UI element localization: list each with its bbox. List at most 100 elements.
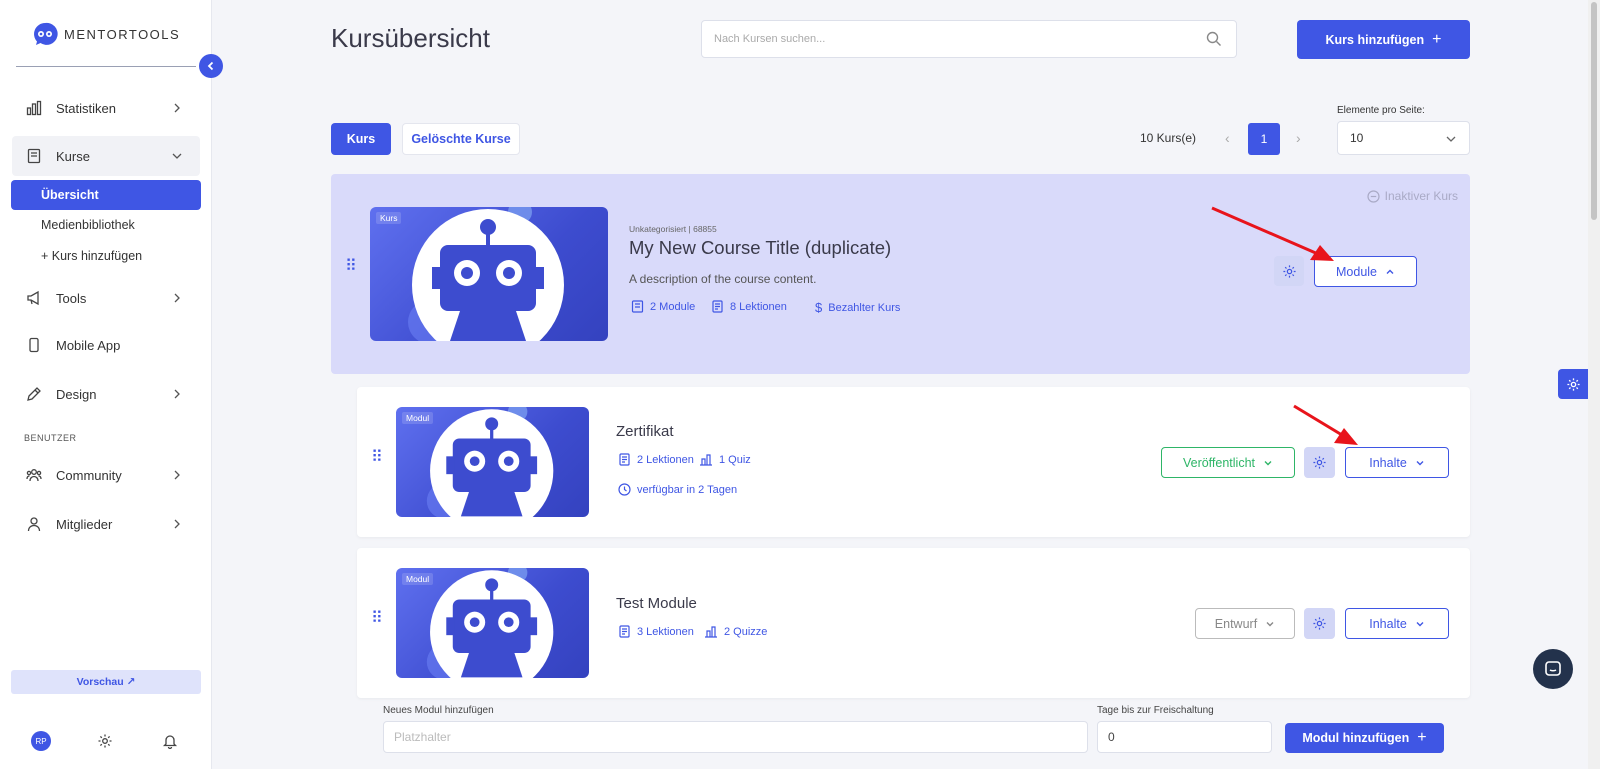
module-card[interactable]: ⠿ Modul Zertifikat 2 Lektionen 1 Quiz ve… bbox=[357, 387, 1470, 537]
sidebar-item-mitglieder[interactable]: Mitglieder bbox=[12, 504, 200, 544]
inactive-label: Inaktiver Kurs bbox=[1384, 189, 1458, 203]
module-settings-button[interactable] bbox=[1304, 447, 1335, 478]
chevron-right-icon bbox=[174, 389, 180, 399]
status-dropdown[interactable]: Veröffentlicht bbox=[1161, 447, 1295, 478]
status-dropdown[interactable]: Entwurf bbox=[1195, 608, 1295, 639]
collapse-sidebar-button[interactable] bbox=[199, 54, 223, 78]
sidebar-item-mobile-app[interactable]: Mobile App bbox=[12, 325, 200, 365]
chevron-left-icon bbox=[207, 61, 214, 71]
sidebar-item-tools[interactable]: Tools bbox=[12, 278, 200, 318]
module-thumbnail: Modul bbox=[396, 568, 589, 678]
lessons-label: 3 Lektionen bbox=[637, 625, 694, 638]
next-page-icon[interactable]: › bbox=[1296, 130, 1301, 146]
gear-icon[interactable] bbox=[97, 733, 113, 749]
preview-button[interactable]: Vorschau ↗ bbox=[11, 670, 201, 694]
quiz-icon bbox=[700, 454, 712, 466]
per-page-select[interactable]: 10 bbox=[1337, 121, 1470, 155]
sidebar-subitem-kurs-hinzufuegen[interactable]: + Kurs hinzufügen bbox=[11, 241, 201, 271]
book-icon bbox=[631, 300, 644, 313]
module-settings-button[interactable] bbox=[1304, 608, 1335, 639]
status-label: Veröffentlicht bbox=[1182, 455, 1256, 470]
thumbnail-tag: Modul bbox=[402, 573, 434, 585]
main-content: Kursübersicht Nach Kursen suchen... Kurs… bbox=[212, 0, 1588, 769]
sidebar-item-community[interactable]: Community bbox=[12, 455, 200, 495]
add-module-button[interactable]: Modul hinzufügen + bbox=[1285, 723, 1444, 753]
availability-label: verfügbar in 2 Tagen bbox=[637, 483, 738, 496]
quiz-label: 2 Quizze bbox=[724, 625, 768, 638]
contents-button-label: Inhalte bbox=[1369, 455, 1407, 470]
lessons-count: 3 Lektionen bbox=[618, 625, 694, 638]
avatar[interactable]: RP bbox=[31, 731, 51, 751]
logo[interactable]: MENTORTOOLS bbox=[32, 21, 180, 47]
sidebar-item-design[interactable]: Design bbox=[12, 374, 200, 414]
gear-icon bbox=[1313, 456, 1326, 469]
drag-handle-icon[interactable]: ⠿ bbox=[371, 450, 383, 466]
chat-button[interactable] bbox=[1533, 649, 1573, 689]
search-input[interactable]: Nach Kursen suchen... bbox=[701, 20, 1237, 58]
paid-label: Bezahlter Kurs bbox=[828, 301, 901, 314]
modules-toggle-button[interactable]: Module bbox=[1314, 256, 1417, 287]
course-settings-button[interactable] bbox=[1274, 256, 1304, 286]
mentortools-logo-icon bbox=[34, 22, 58, 45]
user-icon bbox=[26, 516, 42, 532]
add-course-button[interactable]: Kurs hinzufügen + bbox=[1297, 20, 1470, 59]
floating-settings-button[interactable] bbox=[1558, 369, 1588, 399]
modules-button-label: Module bbox=[1336, 264, 1377, 279]
gear-icon bbox=[1313, 617, 1326, 630]
bell-icon[interactable] bbox=[162, 733, 178, 749]
modules-label: 2 Module bbox=[650, 300, 696, 313]
search-placeholder: Nach Kursen suchen... bbox=[714, 33, 826, 45]
thumbnail-tag: Modul bbox=[402, 412, 434, 424]
divider bbox=[16, 66, 196, 67]
sidebar-subitem-uebersicht[interactable]: Übersicht bbox=[11, 180, 201, 210]
status-label: Entwurf bbox=[1214, 616, 1258, 631]
course-card[interactable]: ⠿ Kurs Inaktiver Kurs Unkategorisiert | … bbox=[331, 174, 1470, 374]
new-module-placeholder: Platzhalter bbox=[394, 730, 451, 744]
clock-icon bbox=[618, 483, 631, 496]
contents-dropdown-button[interactable]: Inhalte bbox=[1345, 447, 1449, 478]
chat-icon bbox=[1545, 661, 1561, 676]
contents-button-label: Inhalte bbox=[1369, 616, 1407, 631]
add-course-label: Kurs hinzufügen bbox=[1325, 32, 1425, 47]
course-description: A description of the course content. bbox=[629, 272, 817, 286]
prev-page-icon[interactable]: ‹ bbox=[1225, 130, 1230, 146]
plus-icon: + bbox=[1417, 729, 1427, 746]
module-title[interactable]: Test Module bbox=[616, 595, 697, 612]
availability: verfügbar in 2 Tagen bbox=[618, 483, 737, 496]
document-icon bbox=[712, 300, 723, 313]
search-icon[interactable] bbox=[1206, 31, 1222, 47]
drag-handle-icon[interactable]: ⠿ bbox=[345, 259, 357, 275]
page-number-button[interactable]: 1 bbox=[1248, 123, 1280, 155]
paid-course-badge: $ Bezahlter Kurs bbox=[815, 300, 900, 315]
unlock-days-input[interactable]: 0 bbox=[1097, 721, 1272, 753]
robot-icon bbox=[408, 207, 564, 341]
thumbnail-tag: Kurs bbox=[376, 212, 402, 224]
unlock-days-label: Tage bis zur Freischaltung bbox=[1097, 705, 1214, 716]
chevron-down-icon bbox=[1446, 136, 1456, 142]
new-module-input[interactable]: Platzhalter bbox=[383, 721, 1088, 753]
chevron-right-icon bbox=[174, 293, 180, 303]
contents-dropdown-button[interactable]: Inhalte bbox=[1345, 608, 1449, 639]
chevron-right-icon bbox=[174, 519, 180, 529]
sidebar-subitem-medienbibliothek[interactable]: Medienbibliothek bbox=[11, 210, 201, 240]
quiz-count: 1 Quiz bbox=[699, 453, 751, 466]
book-icon bbox=[26, 148, 42, 164]
chevron-down-icon bbox=[1264, 460, 1272, 465]
tab-kurs[interactable]: Kurs bbox=[331, 123, 391, 155]
module-thumbnail: Modul bbox=[396, 407, 589, 517]
quiz-label: 1 Quiz bbox=[719, 453, 751, 466]
module-title[interactable]: Zertifikat bbox=[616, 423, 674, 440]
sidebar: MENTORTOOLS Statistiken Kurse Übersicht … bbox=[0, 0, 212, 769]
sidebar-item-kurse[interactable]: Kurse bbox=[12, 136, 200, 176]
chevron-down-icon bbox=[1416, 460, 1424, 465]
module-card[interactable]: ⠿ Modul Test Module 3 Lektionen 2 Quizze… bbox=[357, 548, 1470, 698]
dollar-icon: $ bbox=[815, 300, 823, 315]
drag-handle-icon[interactable]: ⠿ bbox=[371, 611, 383, 627]
tab-geloeschte-kurse[interactable]: Gelöschte Kurse bbox=[402, 123, 520, 155]
inactive-course-toggle[interactable]: Inaktiver Kurs bbox=[1367, 189, 1458, 203]
scrollbar-thumb[interactable] bbox=[1591, 2, 1597, 220]
chevron-down-icon bbox=[1416, 621, 1424, 626]
document-icon bbox=[619, 453, 630, 466]
sidebar-item-statistiken[interactable]: Statistiken bbox=[12, 88, 200, 128]
course-title[interactable]: My New Course Title (duplicate) bbox=[629, 237, 891, 259]
